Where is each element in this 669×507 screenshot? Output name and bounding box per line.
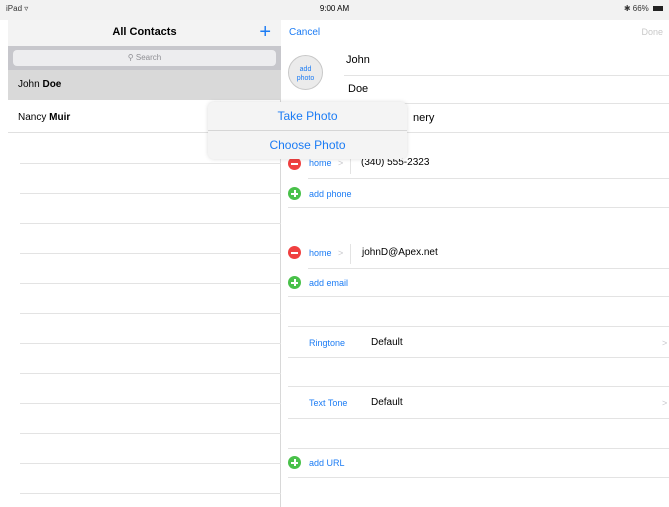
empty-row-divider <box>20 193 281 194</box>
field-divider <box>288 326 669 327</box>
add-phone-button[interactable]: add phone <box>309 189 352 199</box>
text-tone-label: Text Tone <box>309 398 348 408</box>
contact-row-john-doe[interactable]: John Doe <box>8 70 281 100</box>
first-name-field[interactable]: John <box>346 54 370 66</box>
field-divider <box>308 268 669 269</box>
company-field[interactable]: nery <box>413 112 434 124</box>
done-button[interactable]: Done <box>641 27 663 37</box>
search-icon: ⚲ <box>127 53 134 62</box>
contact-edit-pane: Cancel Done add photo John Doe nery home… <box>282 20 669 507</box>
text-tone-value[interactable]: Default <box>371 397 403 408</box>
last-name-field[interactable]: Doe <box>348 83 368 95</box>
field-divider <box>288 448 669 449</box>
choose-photo-button[interactable]: Choose Photo <box>208 131 407 159</box>
empty-row-divider <box>20 223 281 224</box>
email-value[interactable]: johnD@Apex.net <box>362 247 438 258</box>
empty-row-divider <box>20 463 281 464</box>
field-divider <box>288 418 669 419</box>
empty-row-divider <box>20 313 281 314</box>
battery-percent: 66% <box>632 4 649 13</box>
chevron-right-icon[interactable]: > <box>662 398 667 408</box>
search-bar: ⚲ Search <box>8 46 281 70</box>
field-divider <box>288 477 669 478</box>
contact-last-name: Muir <box>49 112 71 123</box>
add-url-button[interactable]: add URL <box>309 458 345 468</box>
cancel-button[interactable]: Cancel <box>289 27 320 38</box>
add-phone-icon[interactable] <box>288 187 301 200</box>
battery-status: ✱ 66% <box>624 4 663 13</box>
empty-row-divider <box>20 253 281 254</box>
empty-row-divider <box>20 373 281 374</box>
add-photo-button[interactable]: add photo <box>288 55 323 90</box>
search-input[interactable]: ⚲ Search <box>13 50 276 66</box>
contact-first-name: Nancy <box>18 112 47 123</box>
field-divider <box>288 296 669 297</box>
take-photo-button[interactable]: Take Photo <box>208 102 407 130</box>
empty-row-divider <box>20 283 281 284</box>
field-divider <box>308 178 669 179</box>
empty-row-divider <box>20 403 281 404</box>
phone-label-selector[interactable]: home <box>309 158 332 168</box>
search-placeholder: Search <box>135 53 162 62</box>
label-separator <box>350 244 351 264</box>
chevron-right-icon: > <box>338 158 344 168</box>
photo-options-popover: Take Photo Choose Photo <box>208 102 407 159</box>
field-divider <box>288 357 669 358</box>
battery-icon <box>653 6 663 12</box>
field-divider <box>344 75 669 76</box>
ringtone-label: Ringtone <box>309 338 346 348</box>
contacts-header: All Contacts + <box>8 20 281 46</box>
add-photo-label-2: photo <box>296 75 315 82</box>
status-bar: iPad ▿ 9:00 AM ✱ 66% <box>0 0 669 20</box>
add-contact-icon[interactable]: + <box>259 20 271 44</box>
contacts-title: All Contacts <box>112 26 177 38</box>
delete-email-button[interactable] <box>288 246 301 259</box>
add-photo-label-1: add <box>299 66 312 73</box>
field-divider <box>288 207 669 208</box>
email-label-selector[interactable]: home <box>309 248 332 258</box>
empty-row-divider <box>20 493 281 494</box>
chevron-right-icon[interactable]: > <box>662 338 667 348</box>
clock: 9:00 AM <box>319 4 350 13</box>
edit-header: Cancel Done <box>282 20 669 46</box>
add-email-icon[interactable] <box>288 276 301 289</box>
add-url-icon[interactable] <box>288 456 301 469</box>
contact-last-name: Doe <box>42 79 62 90</box>
contact-first-name: John <box>18 79 40 90</box>
empty-row-divider <box>20 433 281 434</box>
bluetooth-icon: ✱ <box>623 4 631 13</box>
add-email-button[interactable]: add email <box>309 278 348 288</box>
field-divider <box>288 386 669 387</box>
empty-row-divider <box>20 163 281 164</box>
empty-row-divider <box>20 343 281 344</box>
contacts-list-pane: All Contacts + ⚲ Search John Doe Nancy M… <box>8 20 281 507</box>
ringtone-value[interactable]: Default <box>371 337 403 348</box>
chevron-right-icon: > <box>338 248 344 258</box>
